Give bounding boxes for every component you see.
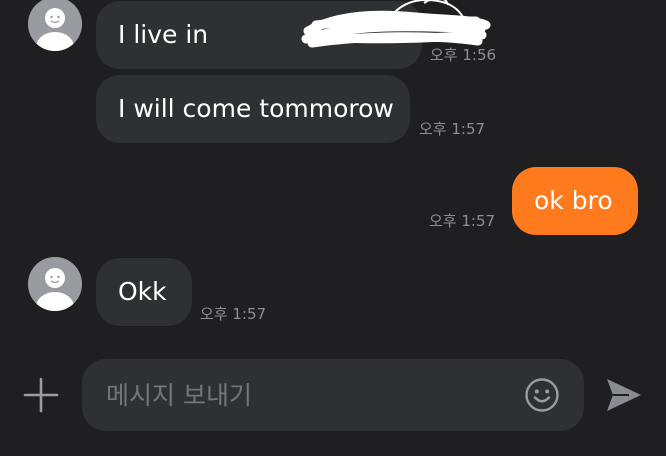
message-text: I live in [118, 20, 209, 49]
message-bubble-received[interactable]: Okk [96, 258, 192, 326]
message-time: 오후 1:56 [430, 46, 497, 64]
message-bubble-sent[interactable]: ok bro [512, 167, 638, 235]
message-time: 오후 1:57 [429, 212, 496, 230]
plus-icon[interactable] [22, 376, 60, 414]
message-bubble-received[interactable]: I will come tommorow [96, 75, 410, 143]
smiley-icon[interactable] [524, 377, 560, 413]
message-time: 오후 1:57 [200, 305, 267, 323]
message-time: 오후 1:57 [419, 120, 486, 138]
default-avatar-icon[interactable] [28, 0, 82, 51]
chat-screen: I live in 오후 1:56 I will come tommorow 오… [0, 0, 666, 456]
message-bubble-received[interactable]: I live in [96, 0, 491, 69]
message-input[interactable] [104, 359, 508, 433]
default-avatar-icon[interactable] [28, 257, 82, 311]
message-text: ok bro [534, 186, 613, 215]
message-text: Okk [118, 277, 167, 306]
message-text: I will come tommorow [118, 94, 394, 123]
message-input-box[interactable] [82, 359, 584, 433]
send-icon[interactable] [605, 377, 643, 413]
